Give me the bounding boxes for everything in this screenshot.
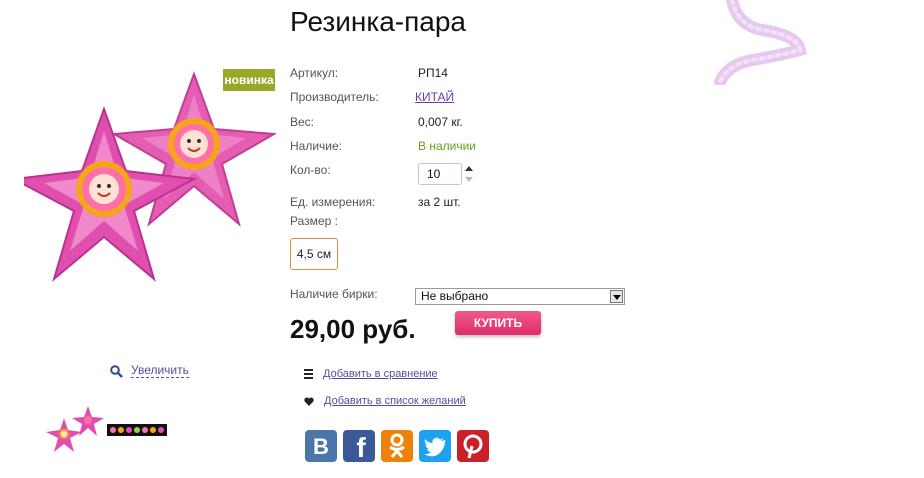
availability-value: В наличии xyxy=(418,139,477,153)
pinterest-icon[interactable] xyxy=(457,430,489,462)
compare-label: Добавить в сравнение xyxy=(323,368,438,380)
wishlist-link[interactable]: Добавить в список желаний xyxy=(304,395,466,407)
tag-label: Наличие бирки: xyxy=(290,287,378,301)
quantity-increase-icon[interactable] xyxy=(465,166,473,171)
article-value: РП14 xyxy=(418,66,448,80)
tag-select[interactable]: Не выбрано xyxy=(415,288,625,305)
quantity-input[interactable]: 10 xyxy=(418,163,462,185)
availability-label: Наличие: xyxy=(290,139,343,153)
svg-text:B: B xyxy=(313,434,329,459)
price: 29,00 руб. xyxy=(290,314,416,344)
chevron-down-icon[interactable] xyxy=(610,290,623,303)
tag-select-value: Не выбрано xyxy=(421,289,489,303)
size-label: Размер : xyxy=(290,214,338,228)
vk-icon[interactable]: B xyxy=(305,430,337,462)
twitter-icon[interactable] xyxy=(419,430,451,462)
magnifier-icon xyxy=(110,364,123,378)
product-image[interactable] xyxy=(24,64,276,290)
zoom-label: Увеличить xyxy=(131,363,189,378)
quantity-decrease-icon[interactable] xyxy=(465,177,473,182)
unit-label: Ед. измерения: xyxy=(290,195,376,209)
compare-link[interactable]: Добавить в сравнение xyxy=(304,368,438,380)
weight-value: 0,007 кг. xyxy=(418,115,463,129)
page-title: Резинка-пара xyxy=(290,6,466,37)
qty-label: Кол-во: xyxy=(290,163,331,177)
facebook-icon[interactable]: f xyxy=(343,430,375,462)
article-label: Артикул: xyxy=(290,66,339,80)
wishlist-label: Добавить в список желаний xyxy=(324,395,466,407)
maker-label: Производитель: xyxy=(290,90,379,104)
thumbnail-1[interactable] xyxy=(46,404,106,452)
odnoklassniki-icon[interactable] xyxy=(381,430,413,462)
unit-value: за 2 шт. xyxy=(418,195,461,209)
weight-label: Вес: xyxy=(290,115,315,129)
buy-button[interactable]: КУПИТЬ xyxy=(455,311,541,335)
zoom-link[interactable]: Увеличить xyxy=(110,364,189,378)
ribbon-decoration xyxy=(714,0,807,85)
heart-icon xyxy=(304,397,314,406)
thumbnail-2[interactable] xyxy=(107,421,167,439)
list-icon xyxy=(304,369,313,379)
new-badge: новинка xyxy=(223,69,275,91)
svg-text:f: f xyxy=(356,432,366,462)
maker-link[interactable]: КИТАЙ xyxy=(415,90,454,104)
size-option-button[interactable]: 4,5 см xyxy=(290,238,338,270)
